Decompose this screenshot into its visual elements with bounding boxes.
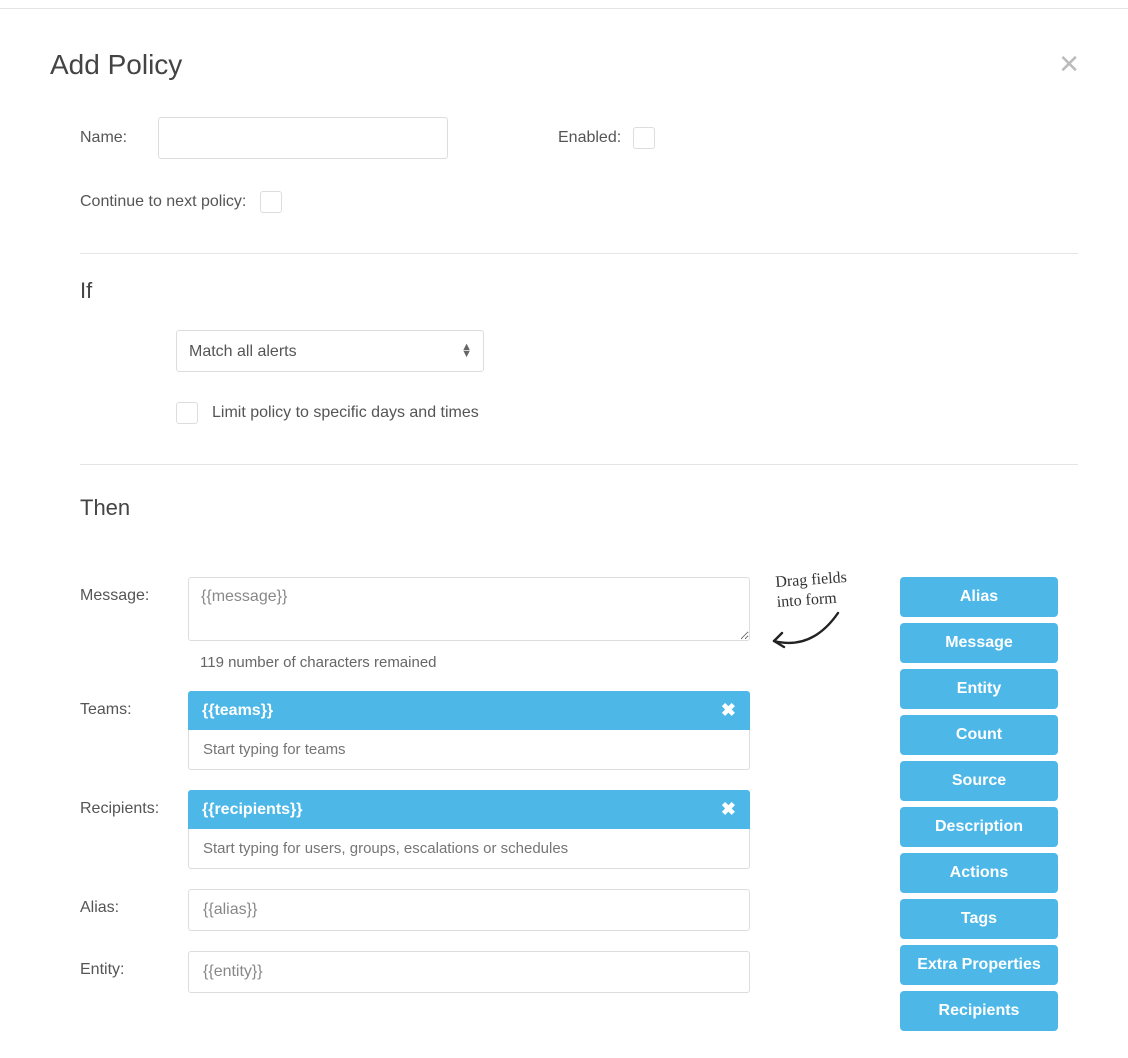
chip-description[interactable]: Description	[900, 807, 1058, 847]
chip-entity[interactable]: Entity	[900, 669, 1058, 709]
continue-label: Continue to next policy:	[80, 193, 246, 211]
chip-count[interactable]: Count	[900, 715, 1058, 755]
teams-tag-text: {{teams}}	[202, 702, 273, 720]
name-label: Name:	[80, 129, 158, 147]
message-label: Message:	[80, 577, 188, 605]
chip-alias[interactable]: Alias	[900, 577, 1058, 617]
hint-arrow-icon	[760, 611, 860, 659]
char-count: 119 number of characters remained	[200, 654, 750, 671]
match-select[interactable]: Match all alerts	[176, 330, 484, 372]
then-heading: Then	[80, 495, 1078, 521]
message-textarea[interactable]: {{message}}	[188, 577, 750, 641]
teams-label: Teams:	[80, 691, 188, 719]
recipients-label: Recipients:	[80, 790, 188, 818]
chip-source[interactable]: Source	[900, 761, 1058, 801]
continue-checkbox[interactable]	[260, 191, 282, 213]
entity-input[interactable]	[188, 951, 750, 993]
recipients-tag[interactable]: {{recipients}} ✖	[188, 790, 750, 829]
chip-extra-properties[interactable]: Extra Properties	[900, 945, 1058, 985]
limit-checkbox[interactable]	[176, 402, 198, 424]
modal-title: Add Policy	[50, 49, 1078, 81]
alias-input[interactable]	[188, 889, 750, 931]
limit-label: Limit policy to specific days and times	[212, 404, 479, 422]
teams-input[interactable]	[188, 730, 750, 770]
chip-recipients[interactable]: Recipients	[900, 991, 1058, 1031]
name-input[interactable]	[158, 117, 448, 159]
alias-label: Alias:	[80, 889, 188, 917]
close-icon[interactable]: ✕	[1058, 49, 1080, 80]
drag-hint: Drag fields into form	[760, 569, 890, 664]
recipients-tag-remove-icon[interactable]: ✖	[721, 799, 736, 820]
recipients-input[interactable]	[188, 829, 750, 869]
entity-label: Entity:	[80, 951, 188, 979]
enabled-label: Enabled:	[558, 129, 621, 147]
teams-tag-remove-icon[interactable]: ✖	[721, 700, 736, 721]
field-palette: Alias Message Entity Count Source Descri…	[900, 577, 1058, 1037]
chip-tags[interactable]: Tags	[900, 899, 1058, 939]
chip-actions[interactable]: Actions	[900, 853, 1058, 893]
enabled-checkbox[interactable]	[633, 127, 655, 149]
add-policy-modal: ✕ Add Policy Name: Enabled: Continue to …	[0, 9, 1128, 1037]
chip-message[interactable]: Message	[900, 623, 1058, 663]
if-heading: If	[80, 278, 1078, 304]
recipients-tag-text: {{recipients}}	[202, 801, 303, 819]
teams-tag[interactable]: {{teams}} ✖	[188, 691, 750, 730]
